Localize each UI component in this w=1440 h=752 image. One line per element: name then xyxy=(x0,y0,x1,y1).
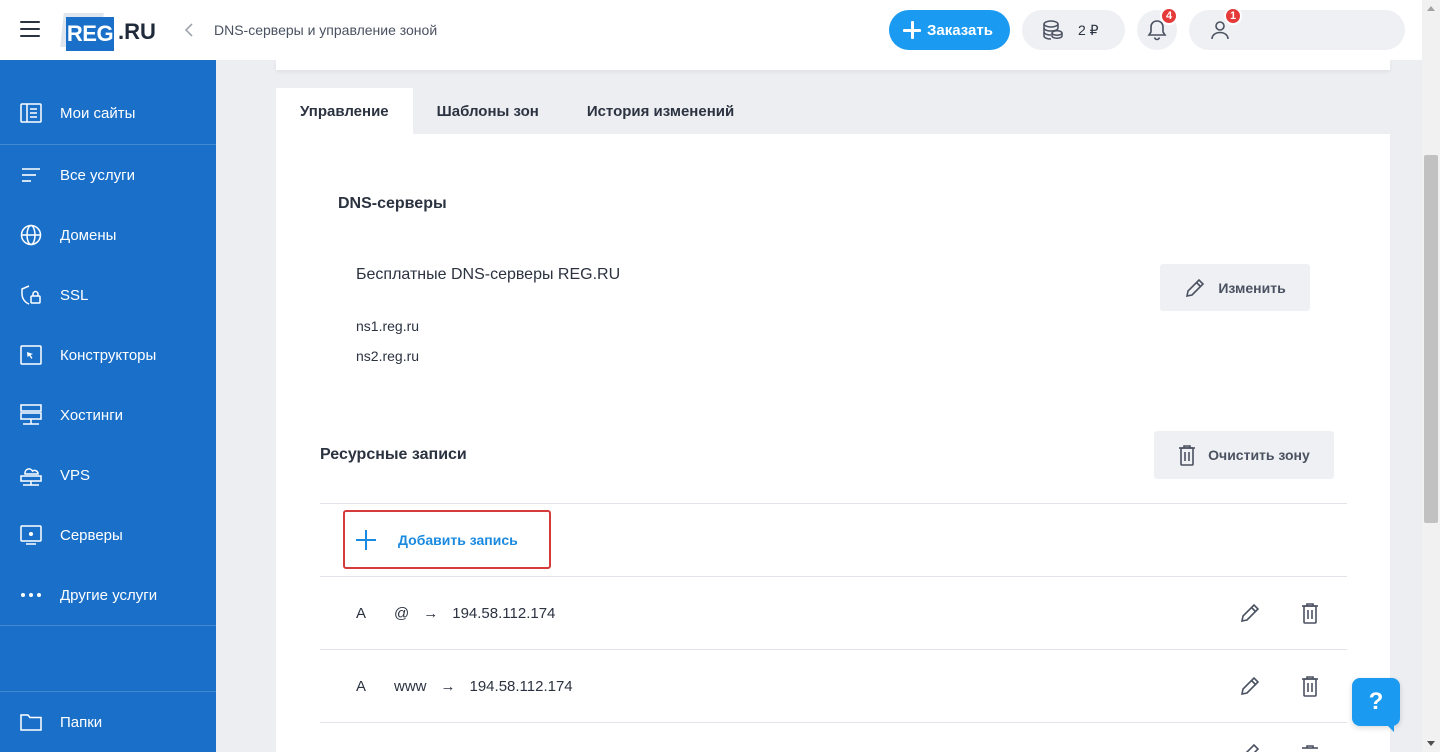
record-type: A xyxy=(356,605,367,622)
add-record-button[interactable]: Добавить запись xyxy=(356,527,518,553)
globe-icon xyxy=(20,224,42,246)
record-host: www xyxy=(394,678,427,695)
edit-record-button[interactable] xyxy=(1236,672,1264,700)
top-bar: REG .RU DNS-серверы и управление зоной З… xyxy=(0,0,1422,60)
record-value: 194.58.112.174 xyxy=(452,605,556,622)
trash-icon xyxy=(1302,745,1318,749)
order-button-label: Заказать xyxy=(927,21,993,39)
account-button[interactable] xyxy=(1189,10,1405,50)
change-dns-button-label: Изменить xyxy=(1218,279,1286,296)
sidebar-item-constructors[interactable]: Конструкторы xyxy=(0,325,216,385)
record-host: @ xyxy=(394,605,410,622)
ns-server-2: ns2.reg.ru xyxy=(356,348,420,364)
order-button[interactable]: Заказать xyxy=(889,10,1010,50)
trash-icon xyxy=(1302,603,1318,624)
arrow-right-icon: → xyxy=(423,605,439,622)
plus-icon xyxy=(356,530,376,550)
pencil-icon xyxy=(1240,676,1260,696)
logo-suffix: .RU xyxy=(118,19,156,44)
dns-servers-name: Бесплатные DNS-серверы REG.RU xyxy=(356,266,621,283)
scrollbar-thumb[interactable] xyxy=(1424,155,1438,523)
pencil-icon xyxy=(1186,278,1205,297)
divider xyxy=(0,625,216,626)
sidebar: Мои сайты Все услуги Домены SSL Конструк… xyxy=(0,60,216,752)
tab-zone-templates[interactable]: Шаблоны зон xyxy=(413,88,563,134)
sidebar-item-all-services[interactable]: Все услуги xyxy=(0,145,216,205)
logo[interactable]: REG .RU xyxy=(60,12,156,52)
add-record-label: Добавить запись xyxy=(398,532,518,548)
delete-record-button[interactable] xyxy=(1296,672,1324,700)
clear-zone-button-label: Очистить зону xyxy=(1208,447,1310,463)
pencil-icon xyxy=(1240,603,1260,623)
sidebar-item-ssl[interactable]: SSL xyxy=(0,265,216,325)
previous-card-edge xyxy=(276,60,1390,70)
sidebar-item-label: Мои сайты xyxy=(60,104,136,122)
folder-icon xyxy=(20,711,42,733)
vps-cloud-icon xyxy=(20,464,42,486)
record-row: A @ → 194.58.112.174 xyxy=(356,605,555,622)
record-value: 194.58.112.174 xyxy=(469,678,573,695)
delete-record-button[interactable] xyxy=(1296,599,1324,627)
back-chevron-icon[interactable] xyxy=(183,22,195,38)
sites-icon xyxy=(20,102,42,124)
help-bubble-tail xyxy=(1384,722,1394,732)
menu-icon[interactable] xyxy=(20,21,40,39)
delete-record-button[interactable] xyxy=(1296,744,1324,752)
account-badge: 1 xyxy=(1224,7,1242,25)
trash-icon xyxy=(1179,445,1196,466)
divider xyxy=(320,576,1347,577)
sidebar-item-vps[interactable]: VPS xyxy=(0,445,216,505)
sidebar-item-label: Конструкторы xyxy=(60,346,157,364)
divider xyxy=(320,503,1347,504)
tab-management[interactable]: Управление xyxy=(276,88,413,134)
scroll-up-icon[interactable] xyxy=(1422,0,1440,17)
help-button[interactable]: ? xyxy=(1352,678,1400,726)
balance-amount: 2 ₽ xyxy=(1078,21,1099,38)
sidebar-item-servers[interactable]: Серверы xyxy=(0,505,216,565)
sidebar-item-label: Папки xyxy=(60,713,103,731)
tab-change-history[interactable]: История изменений xyxy=(563,88,758,134)
resource-records-heading: Ресурсные записи xyxy=(320,446,467,463)
trash-icon xyxy=(1302,676,1318,697)
change-dns-button[interactable]: Изменить xyxy=(1160,264,1310,311)
edit-record-button[interactable] xyxy=(1236,599,1264,627)
divider xyxy=(320,722,1347,723)
divider xyxy=(320,649,1347,650)
record-type: A xyxy=(356,678,367,695)
sidebar-item-label: Серверы xyxy=(60,526,123,544)
coins-icon xyxy=(1043,20,1063,40)
tabs: Управление Шаблоны зон История изменений xyxy=(276,88,758,134)
sidebar-item-my-sites[interactable]: Мои сайты xyxy=(0,83,216,143)
sidebar-item-label: Хостинги xyxy=(60,406,124,424)
sidebar-item-other-services[interactable]: Другие услуги xyxy=(0,565,216,625)
logo-mark: REG xyxy=(60,13,116,51)
record-row: A www → 194.58.112.174 xyxy=(356,678,573,695)
sidebar-item-label: SSL xyxy=(60,286,89,304)
notifications-badge: 4 xyxy=(1160,7,1178,25)
scroll-down-icon[interactable] xyxy=(1422,735,1440,752)
sidebar-item-domains[interactable]: Домены xyxy=(0,205,216,265)
ns-server-1: ns1.reg.ru xyxy=(356,318,420,334)
constructor-icon xyxy=(20,344,42,366)
sidebar-item-label: VPS xyxy=(60,466,91,484)
sidebar-item-folders[interactable]: Папки xyxy=(0,692,216,752)
list-icon xyxy=(20,164,42,186)
shield-lock-icon xyxy=(20,284,42,306)
dns-servers-heading: DNS-серверы xyxy=(338,195,447,212)
sidebar-item-hosting[interactable]: Хостинги xyxy=(0,385,216,445)
balance-button[interactable]: 2 ₽ xyxy=(1022,10,1125,50)
sidebar-item-label: Домены xyxy=(60,226,117,244)
hosting-icon xyxy=(20,404,42,426)
server-icon xyxy=(20,524,42,546)
arrow-right-icon: → xyxy=(440,678,456,695)
pencil-icon xyxy=(1245,743,1260,752)
edit-record-button[interactable] xyxy=(1236,742,1264,752)
clear-zone-button[interactable]: Очистить зону xyxy=(1154,431,1334,479)
sidebar-item-label: Все услуги xyxy=(60,166,135,184)
sidebar-item-label: Другие услуги xyxy=(60,586,158,604)
more-dots-icon xyxy=(20,584,42,606)
plus-icon xyxy=(903,21,921,39)
page-title: DNS-серверы и управление зоной xyxy=(214,22,438,38)
